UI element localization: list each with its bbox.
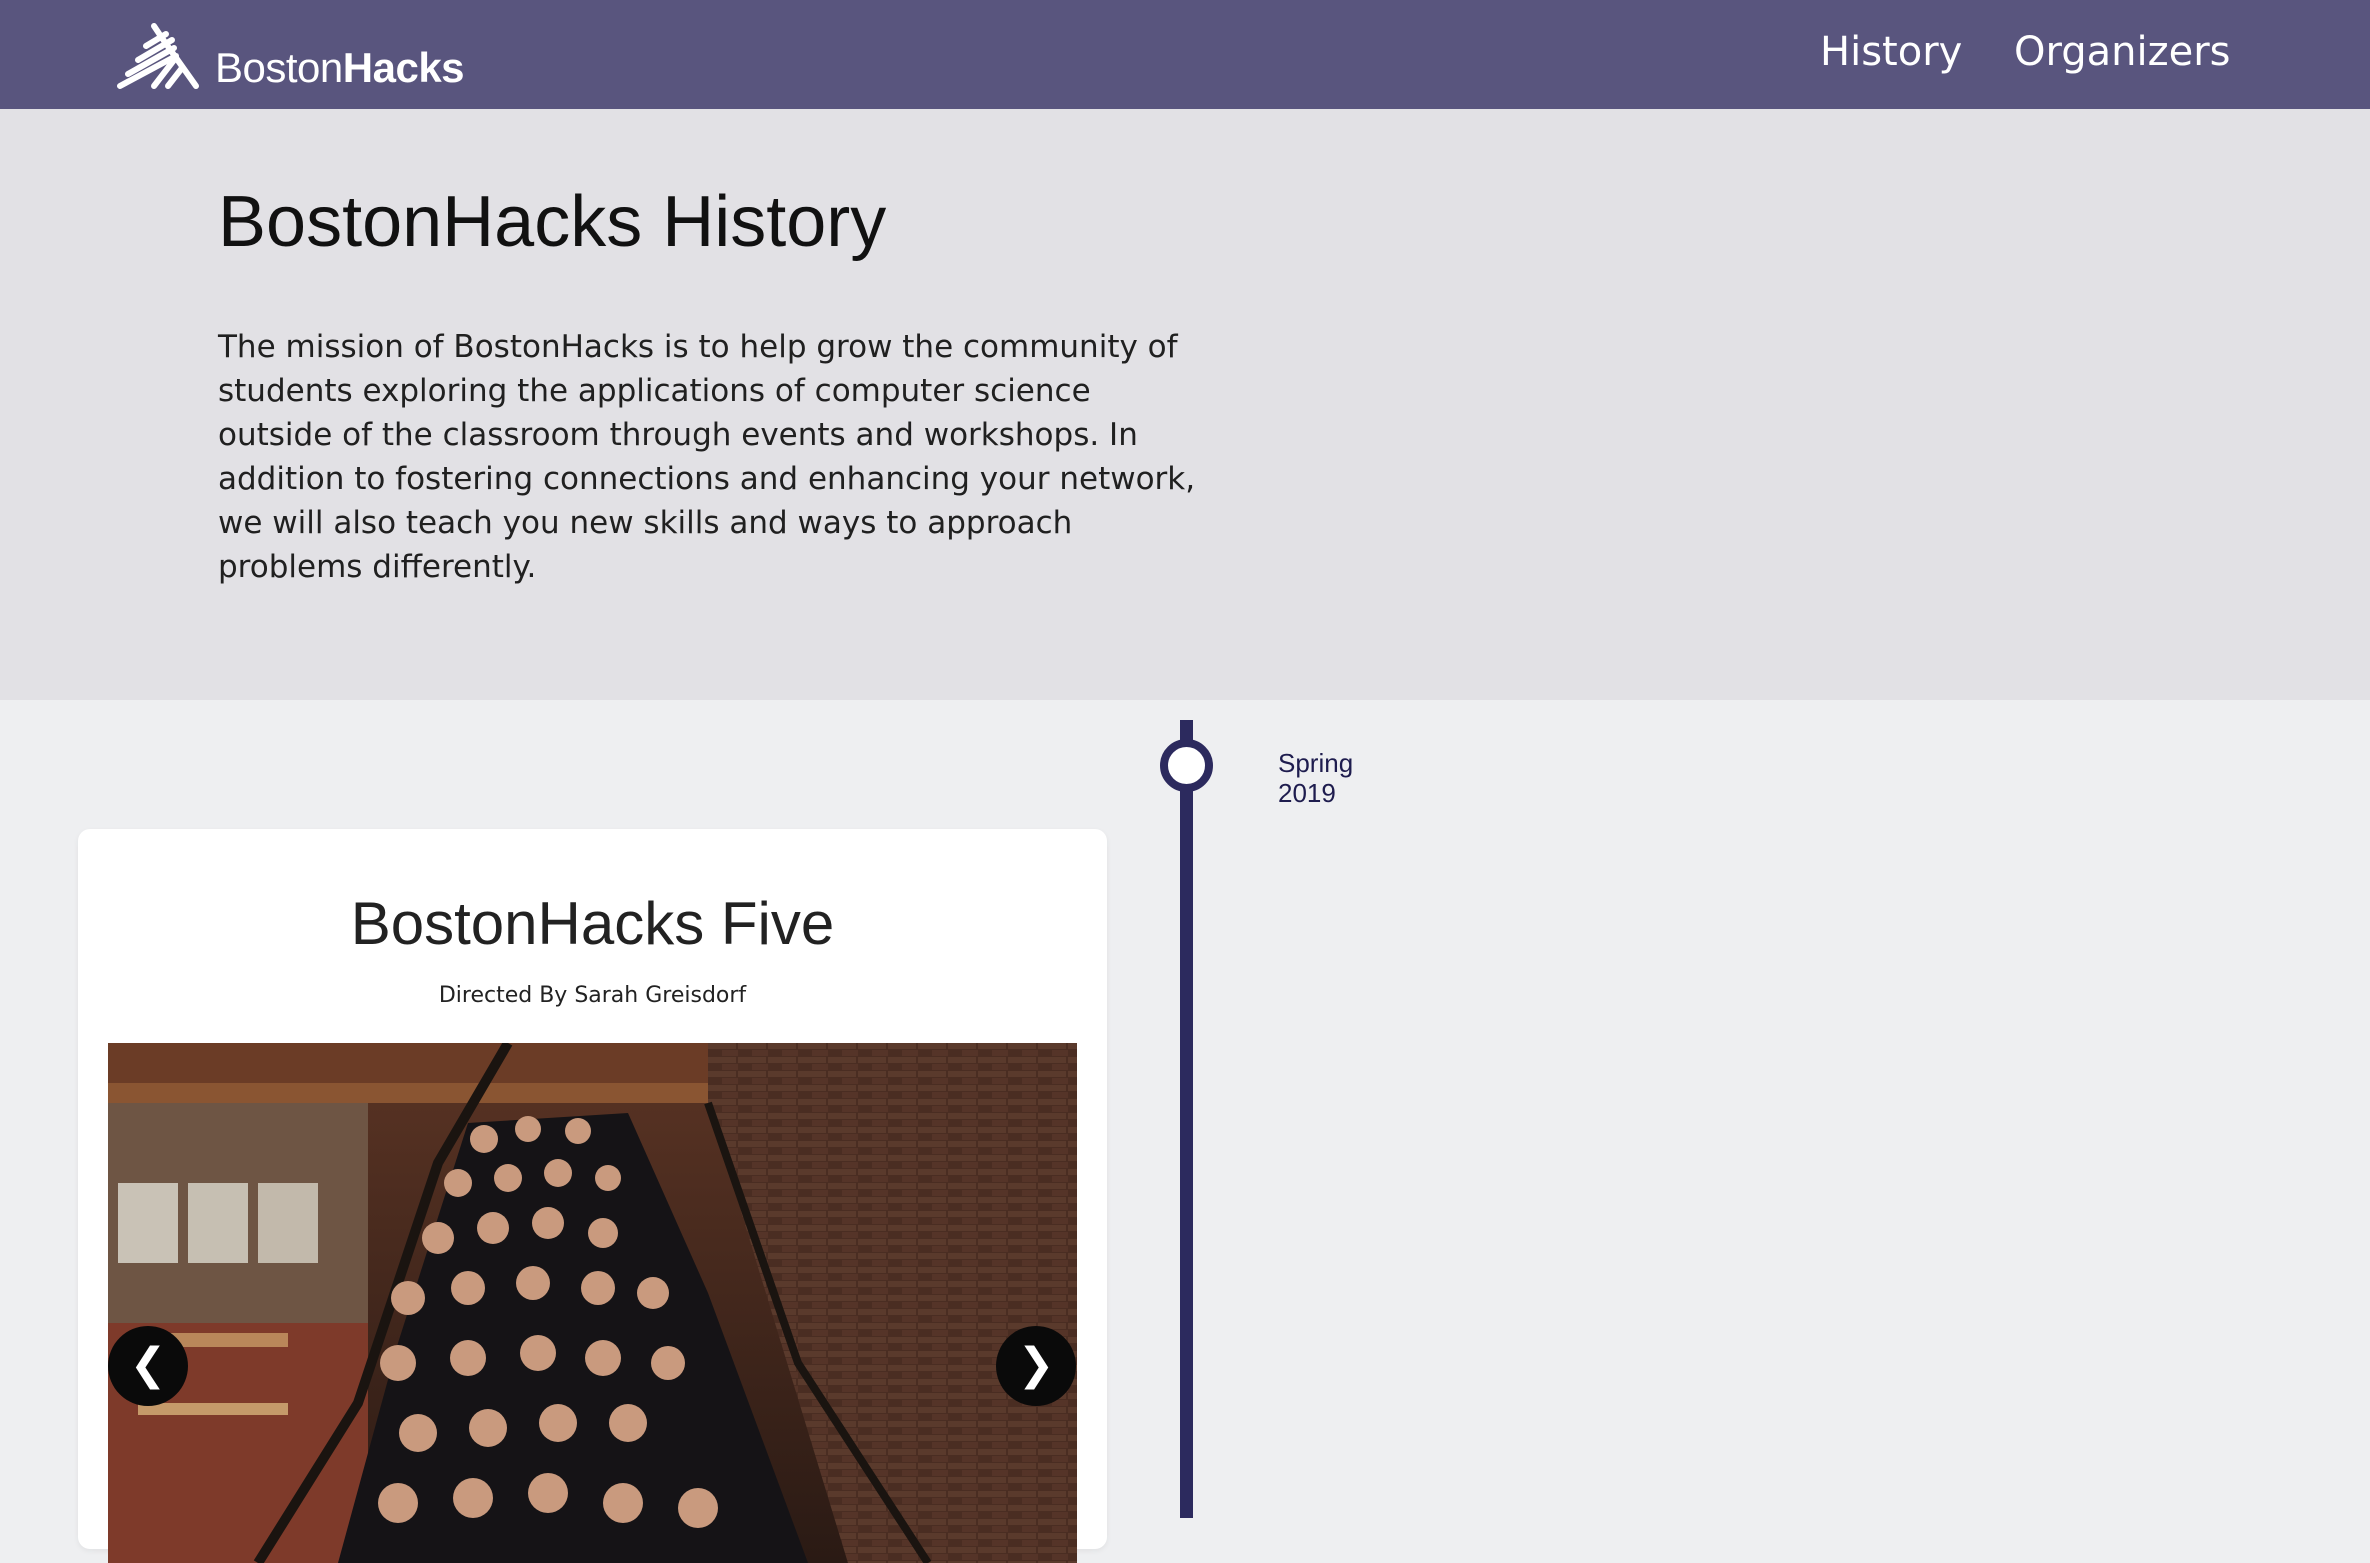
brand-bold: Hacks	[342, 44, 465, 91]
carousel-next-chevron-icon[interactable]: ❯	[996, 1326, 1076, 1406]
nav-link-history[interactable]: History	[1820, 24, 1962, 80]
brand-wordmark[interactable]: BostonHacks	[215, 44, 465, 92]
carousel-prev-chevron-icon[interactable]: ❮	[108, 1326, 188, 1406]
event-card: BostonHacks Five Directed By Sarah Greis…	[78, 829, 1107, 1563]
timeline-node-circle-icon	[1160, 739, 1213, 792]
history-intro-section: BostonHacks History The mission of Bosto…	[0, 109, 2370, 700]
event-director: Directed By Sarah Greisdorf	[438, 983, 747, 1008]
timeline-date: Spring 2019	[1278, 748, 1354, 808]
bostonhacks-logo-icon[interactable]	[116, 20, 200, 92]
event-title: BostonHacks Five	[350, 890, 835, 957]
top-navigation-bar: BostonHacks History Organizers	[0, 0, 2370, 109]
mission-statement: The mission of BostonHacks is to help gr…	[218, 329, 1196, 585]
timeline-line	[1180, 720, 1193, 1518]
page-title: BostonHacks History	[218, 182, 887, 262]
event-group-photo	[108, 1043, 1077, 1563]
nav-link-organizers[interactable]: Organizers	[2014, 24, 2230, 80]
brand-light: Boston	[215, 44, 343, 91]
